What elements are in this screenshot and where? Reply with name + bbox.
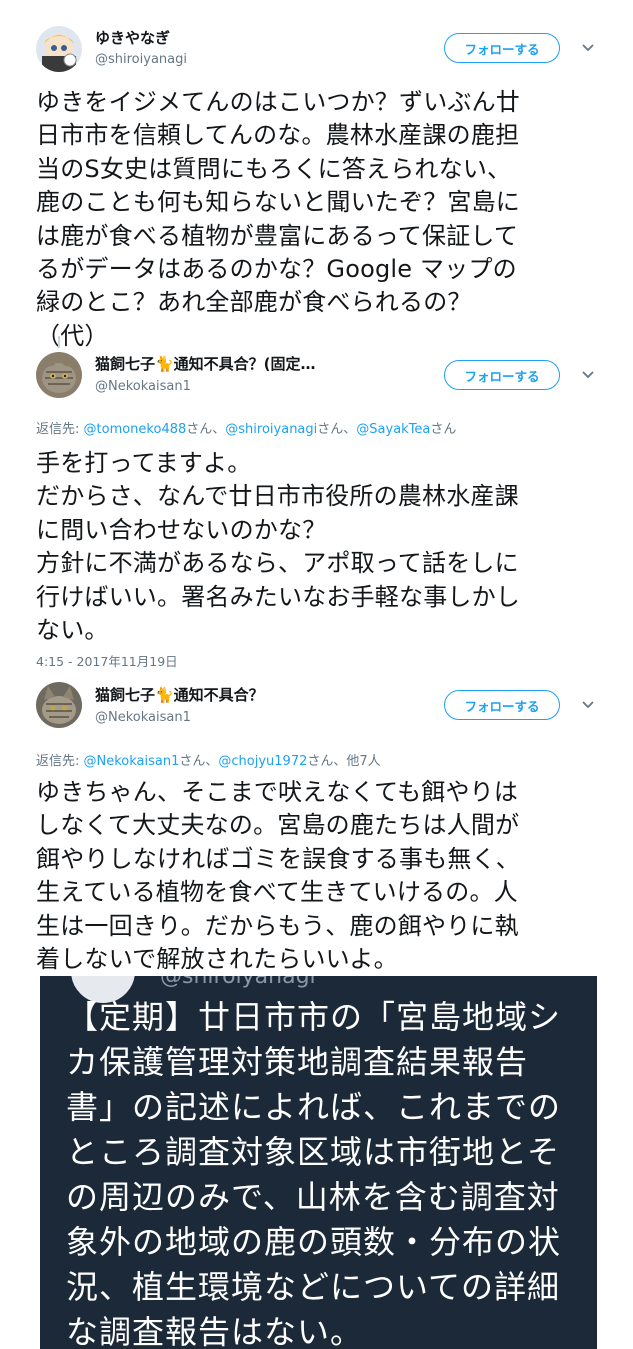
author-name[interactable]: 猫飼七子🐈通知不具合？ <box>95 684 264 705</box>
reply-separator: さん、 <box>186 422 226 437</box>
author-handle[interactable]: @shiroiyanagi <box>95 52 187 67</box>
thread-connector <box>58 336 60 348</box>
reply-suffix: さん <box>430 422 457 437</box>
reply-context: 返信先: @tomoneko488さん、@shiroiyanagiさん、@Say… <box>36 418 456 437</box>
reply-separator: さん、 <box>317 422 357 437</box>
reply-user-link[interactable]: @SayakTea <box>356 422 430 437</box>
author-name[interactable]: 猫飼七子🐈通知不具合？(固定… <box>95 353 316 374</box>
reply-user-link[interactable]: @chojyu1972 <box>218 754 307 769</box>
follow-button[interactable]: フォローする <box>444 360 560 390</box>
follow-button[interactable]: フォローする <box>444 33 560 63</box>
tweet-text: ゆきをイジメてんのはこいつか？ずいぶん廿 日市市を信頼してんのな。農林水産課の鹿… <box>36 88 520 350</box>
author-handle[interactable]: @Nekokaisan1 <box>95 379 191 394</box>
follow-button[interactable]: フォローする <box>444 690 560 720</box>
reply-suffix: さん、他7人 <box>307 754 381 769</box>
card-handle-partial: @shiroiyanagi <box>160 976 316 989</box>
avatar-nekokaisan1[interactable] <box>36 352 82 398</box>
chevron-down-icon[interactable] <box>578 38 598 58</box>
reply-user-link[interactable]: @tomoneko488 <box>84 422 187 437</box>
chevron-down-icon[interactable] <box>578 365 598 385</box>
tweet-text: 手を打ってますよ。 だからさ、なんで廿日市市役所の農林水産課 に問い合わせないの… <box>36 449 520 645</box>
author-name[interactable]: ゆきやなぎ <box>95 27 170 48</box>
avatar-shiroiyanagi[interactable] <box>36 26 82 72</box>
tweet-timestamp[interactable]: 4:15 - 2017年11月19日 <box>36 651 178 670</box>
card-text: 【定期】廿日市市の「宮島地域シ カ保護管理対策地調査結果報告 書」の記述によれば… <box>66 998 562 1349</box>
reply-user-link[interactable]: @Nekokaisan1 <box>84 754 180 769</box>
reply-separator: さん、 <box>179 754 219 769</box>
chevron-down-icon[interactable] <box>578 695 598 715</box>
reply-prefix: 返信先: <box>36 422 84 437</box>
avatar-nekokaisan1[interactable] <box>36 682 82 728</box>
reply-context: 返信先: @Nekokaisan1さん、@chojyu1972さん、他7人 <box>36 750 381 769</box>
reply-user-link[interactable]: @shiroiyanagi <box>225 422 317 437</box>
attached-image[interactable]: @shiroiyanagi 【定期】廿日市市の「宮島地域シ カ保護管理対策地調査… <box>40 976 597 1349</box>
author-handle[interactable]: @Nekokaisan1 <box>95 710 191 725</box>
tweet-text: ゆきちゃん、そこまで吠えなくても餌やりは しなくて大丈夫なの。宮島の鹿たちは人間… <box>36 778 520 974</box>
reply-prefix: 返信先: <box>36 754 84 769</box>
